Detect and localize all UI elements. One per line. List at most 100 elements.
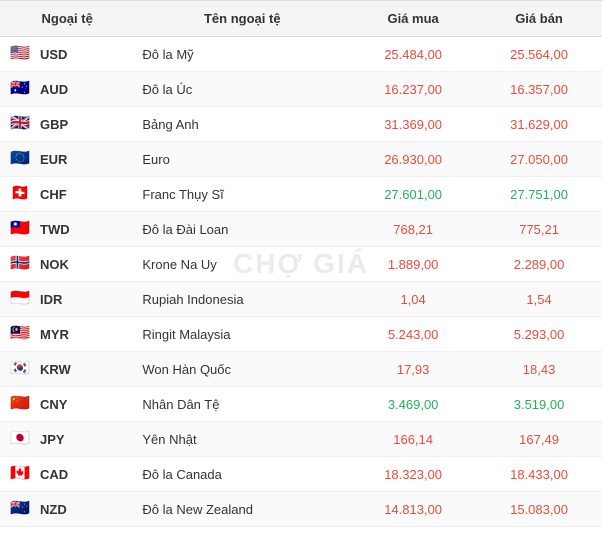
buy-price: 27.601,00 [350, 177, 476, 212]
table-row: 🇬🇧 GBP Bảng Anh31.369,0031.629,00 [0, 107, 602, 142]
country-flag: 🇲🇾 [10, 326, 32, 342]
country-flag: 🇮🇩 [10, 291, 32, 307]
currency-code: NZD [40, 502, 67, 517]
currency-code-cell: 🇯🇵 JPY [0, 422, 134, 457]
currency-code-cell: 🇳🇴 NOK [0, 247, 134, 282]
currency-code-cell: 🇳🇿 NZD [0, 492, 134, 527]
table-body: 🇺🇸 USD Đô la Mỹ25.484,0025.564,00 🇦🇺 AUD Đô l… [0, 37, 602, 527]
buy-price: 25.484,00 [350, 37, 476, 72]
currency-code: MYR [40, 327, 69, 342]
currency-code-cell: 🇮🇩 IDR [0, 282, 134, 317]
sell-price: 167,49 [476, 422, 602, 457]
header-currency: Ngoại tệ [0, 1, 134, 37]
sell-price: 31.629,00 [476, 107, 602, 142]
currency-table: Ngoại tệ Tên ngoại tệ Giá mua Giá bán 🇺🇸… [0, 0, 602, 527]
currency-code: GBP [40, 117, 68, 132]
buy-price: 1.889,00 [350, 247, 476, 282]
table-row: 🇯🇵JPYYên Nhật166,14167,49 [0, 422, 602, 457]
currency-name: Won Hàn Quốc [134, 352, 350, 387]
table-row: 🇮🇩 IDR Rupiah Indonesia1,041,54 [0, 282, 602, 317]
sell-price: 16.357,00 [476, 72, 602, 107]
country-flag: 🇳🇴 [10, 256, 32, 272]
table-row: 🇨🇳 CNY Nhân Dân Tệ3.469,003.519,00 [0, 387, 602, 422]
table-row: 🇳🇴 NOK Krone Na Uy1.889,002.289,00 [0, 247, 602, 282]
header-buy: Giá mua [350, 1, 476, 37]
header-name: Tên ngoại tệ [134, 1, 350, 37]
sell-price: 18.433,00 [476, 457, 602, 492]
sell-price: 27.050,00 [476, 142, 602, 177]
currency-name: Krone Na Uy [134, 247, 350, 282]
currency-code: CNY [40, 397, 67, 412]
currency-code: AUD [40, 82, 68, 97]
buy-price: 14.813,00 [350, 492, 476, 527]
currency-name: Đô la New Zealand [134, 492, 350, 527]
header-sell: Giá bán [476, 1, 602, 37]
currency-name: Franc Thụy Sĩ [134, 177, 350, 212]
currency-code-cell: 🇨🇭 CHF [0, 177, 134, 212]
currency-name: Rupiah Indonesia [134, 282, 350, 317]
country-flag: 🇨🇭 [10, 186, 32, 202]
country-flag: 🇯🇵 [10, 431, 32, 447]
currency-name: Đô la Mỹ [134, 37, 350, 72]
currency-name: Đô la Đài Loan [134, 212, 350, 247]
currency-code: JPY [40, 432, 65, 447]
currency-name: Yên Nhật [134, 422, 350, 457]
table-header-row: Ngoại tệ Tên ngoại tệ Giá mua Giá bán [0, 1, 602, 37]
currency-code: CHF [40, 187, 67, 202]
table-row: 🇨🇭 CHF Franc Thụy Sĩ27.601,0027.751,00 [0, 177, 602, 212]
sell-price: 5.293,00 [476, 317, 602, 352]
currency-name: Nhân Dân Tệ [134, 387, 350, 422]
buy-price: 1,04 [350, 282, 476, 317]
buy-price: 5.243,00 [350, 317, 476, 352]
country-flag: 🇰🇷 [10, 361, 32, 377]
country-flag: 🇬🇧 [10, 116, 32, 132]
sell-price: 1,54 [476, 282, 602, 317]
currency-name: Đô la Canada [134, 457, 350, 492]
currency-code-cell: 🇲🇾 MYR [0, 317, 134, 352]
currency-code: KRW [40, 362, 71, 377]
sell-price: 27.751,00 [476, 177, 602, 212]
country-flag: 🇳🇿 [10, 501, 32, 517]
currency-code-cell: 🇹🇼 TWD [0, 212, 134, 247]
sell-price: 775,21 [476, 212, 602, 247]
table-row: 🇳🇿 NZD Đô la New Zealand14.813,0015.083,00 [0, 492, 602, 527]
buy-price: 17,93 [350, 352, 476, 387]
currency-code: USD [40, 47, 67, 62]
country-flag: 🇹🇼 [10, 221, 32, 237]
currency-code-cell: 🇬🇧 GBP [0, 107, 134, 142]
table-row: 🇰🇷 KRW Won Hàn Quốc17,9318,43 [0, 352, 602, 387]
table-row: 🇹🇼 TWD Đô la Đài Loan768,21775,21 [0, 212, 602, 247]
sell-price: 25.564,00 [476, 37, 602, 72]
table-row: 🇪🇺EUREuro26.930,0027.050,00 [0, 142, 602, 177]
buy-price: 3.469,00 [350, 387, 476, 422]
currency-code: IDR [40, 292, 62, 307]
currency-name: Đô la Úc [134, 72, 350, 107]
currency-code-cell: 🇪🇺 EUR [0, 142, 134, 177]
country-flag: 🇪🇺 [10, 151, 32, 167]
country-flag: 🇺🇸 [10, 46, 32, 62]
sell-price: 15.083,00 [476, 492, 602, 527]
currency-code: NOK [40, 257, 69, 272]
sell-price: 3.519,00 [476, 387, 602, 422]
country-flag: 🇦🇺 [10, 81, 32, 97]
currency-table-container: CHỢ GIÁ Ngoại tệ Tên ngoại tệ Giá mua Gi… [0, 0, 602, 527]
currency-name: Bảng Anh [134, 107, 350, 142]
sell-price: 18,43 [476, 352, 602, 387]
currency-code-cell: 🇨🇳 CNY [0, 387, 134, 422]
currency-code-cell: 🇰🇷 KRW [0, 352, 134, 387]
table-row: 🇲🇾 MYR Ringit Malaysia5.243,005.293,00 [0, 317, 602, 352]
country-flag: 🇨🇳 [10, 396, 32, 412]
buy-price: 768,21 [350, 212, 476, 247]
sell-price: 2.289,00 [476, 247, 602, 282]
currency-name: Euro [134, 142, 350, 177]
buy-price: 18.323,00 [350, 457, 476, 492]
currency-code-cell: 🇺🇸 USD [0, 37, 134, 72]
currency-code: TWD [40, 222, 70, 237]
currency-code: CAD [40, 467, 68, 482]
currency-name: Ringit Malaysia [134, 317, 350, 352]
currency-code: EUR [40, 152, 67, 167]
table-row: 🇨🇦CADĐô la Canada18.323,0018.433,00 [0, 457, 602, 492]
currency-code-cell: 🇦🇺 AUD [0, 72, 134, 107]
buy-price: 31.369,00 [350, 107, 476, 142]
table-row: 🇦🇺AUDĐô la Úc16.237,0016.357,00 [0, 72, 602, 107]
